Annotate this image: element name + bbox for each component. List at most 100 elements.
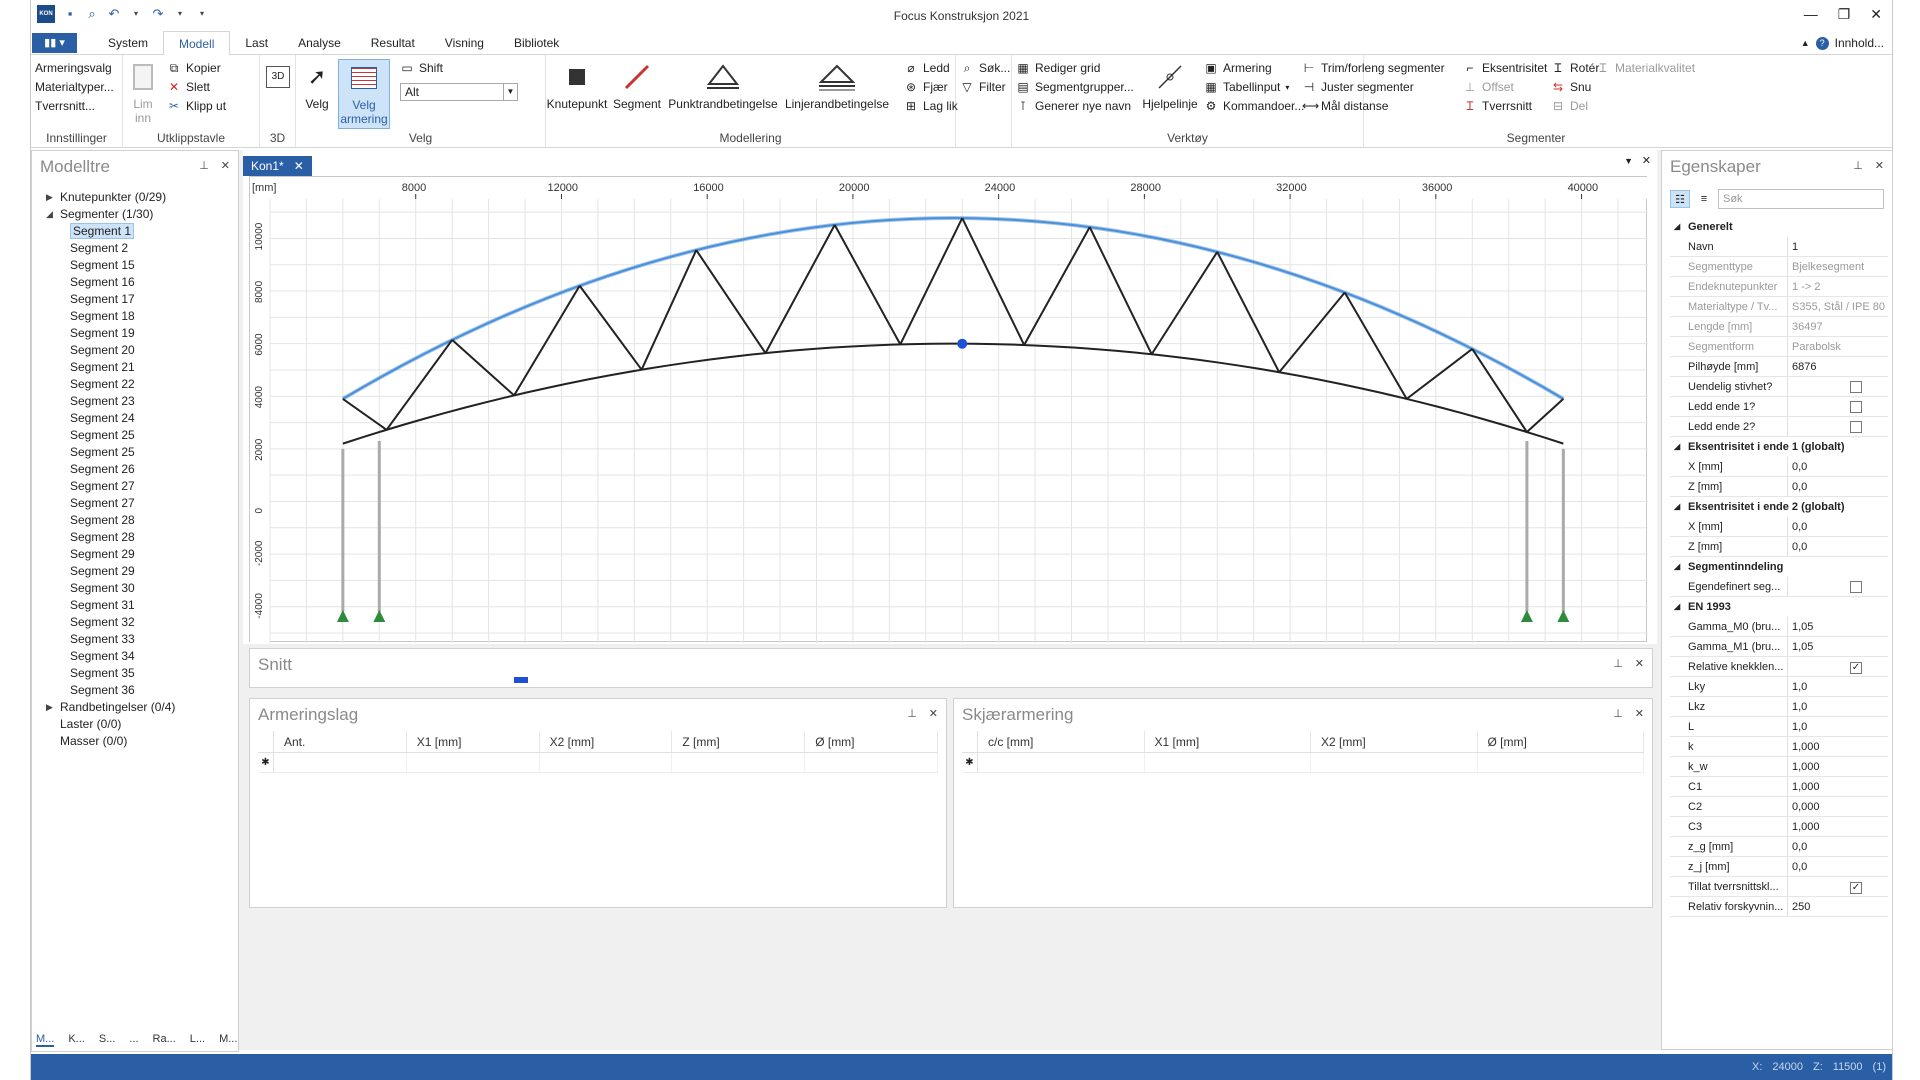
checkbox[interactable] (1850, 581, 1862, 593)
tree-node-segmenter[interactable]: ◢ Segmenter (1/30) (46, 206, 175, 223)
prop-segmenttype[interactable]: Segmenttype Bjelkesegment (1670, 257, 1888, 277)
adjust-segments-button[interactable]: ⊣ Juster segmenter (1302, 80, 1414, 94)
prop-zj[interactable]: z_j [mm] 0,0 (1670, 857, 1888, 877)
tree-item-segment[interactable]: Segment 19 (46, 325, 175, 342)
tab-resultat[interactable]: Resultat (356, 31, 430, 55)
tab-last[interactable]: Last (230, 31, 283, 55)
delete-button[interactable]: ✕ Slett (167, 80, 210, 94)
tverrsnitt-button[interactable]: Ɪ Tverrsnitt (1463, 99, 1532, 113)
tree-item-segment[interactable]: Segment 27 (46, 478, 175, 495)
close-icon[interactable]: ✕ (1642, 154, 1651, 167)
prop-ledd-ende-1[interactable]: Ledd ende 1? (1670, 397, 1888, 417)
prop-relative-knekk[interactable]: Relative knekklen... ✓ (1670, 657, 1888, 677)
prop-lky[interactable]: Lky 1,0 (1670, 677, 1888, 697)
tree-item-segment[interactable]: Segment 16 (46, 274, 175, 291)
tree-item-segment[interactable]: Segment 27 (46, 495, 175, 512)
column-header[interactable]: Z [mm] (672, 731, 806, 752)
laglik-button[interactable]: ⊞ Lag lik (904, 99, 958, 113)
cut-button[interactable]: ✂ Klipp ut (167, 99, 226, 113)
pin-icon[interactable]: ⊥ (199, 159, 209, 172)
tree-item-segment[interactable]: Segment 25 (46, 444, 175, 461)
column-header[interactable]: X1 [mm] (407, 731, 540, 752)
minimize-icon[interactable]: — (1804, 6, 1818, 23)
column-header[interactable]: X2 [mm] (1311, 731, 1478, 752)
close-icon[interactable]: ✕ (1635, 707, 1644, 720)
bottom-tab-4[interactable]: ... (129, 1033, 138, 1047)
tree-item-segment[interactable]: Segment 22 (46, 376, 175, 393)
checkbox[interactable] (1850, 401, 1862, 413)
punktrandbetingelse-button[interactable]: Punktrandbetingelse (666, 59, 780, 111)
commands-button[interactable]: ⚙ Kommandoer... (1204, 99, 1305, 113)
tree-item-segment[interactable]: Segment 36 (46, 682, 175, 699)
prop-zg[interactable]: z_g [mm] 0,0 (1670, 837, 1888, 857)
categorized-view-icon[interactable]: ☷ (1670, 190, 1690, 208)
shift-button[interactable]: ▭ Shift (400, 61, 443, 75)
prop-e1-z[interactable]: Z [mm] 0,0 (1670, 477, 1888, 497)
section-eksentrisitet-1[interactable]: ◢ Eksentrisitet i ende 1 (globalt) (1670, 437, 1888, 457)
hjelpelinje-button[interactable]: Hjelpelinje (1142, 59, 1198, 111)
split-button[interactable]: ⊟ Del (1551, 99, 1588, 113)
tree-item-segment[interactable]: Segment 34 (46, 648, 175, 665)
collapse-icon[interactable]: ◢ (46, 206, 53, 223)
close-icon[interactable]: ✕ (221, 159, 230, 172)
section-generelt[interactable]: ◢ Generelt (1670, 217, 1888, 237)
close-icon[interactable]: ✕ (1870, 6, 1882, 23)
segment-groups-button[interactable]: ▤ Segmentgrupper... (1016, 80, 1133, 94)
copy-button[interactable]: ⧉ Kopier (167, 61, 221, 75)
section-segmentinndeling[interactable]: ◢ Segmentinndeling (1670, 557, 1888, 577)
bottom-tab-3[interactable]: S... (99, 1033, 116, 1047)
materialtyper-button[interactable]: Materialtyper... (35, 80, 114, 94)
armering-button[interactable]: ▣ Armering (1204, 61, 1271, 75)
material-quality-button[interactable]: Ɪ Materialkvalitet (1596, 61, 1695, 75)
tab-analyse[interactable]: Analyse (283, 31, 356, 55)
tree-item-segment[interactable]: Segment 30 (46, 580, 175, 597)
close-icon[interactable]: ✕ (1635, 657, 1644, 670)
list-view-icon[interactable]: ≡ (1694, 190, 1714, 208)
tab-visning[interactable]: Visning (430, 31, 499, 55)
new-row[interactable]: ✱ (962, 753, 1644, 773)
prop-e1-x[interactable]: X [mm] 0,0 (1670, 457, 1888, 477)
generate-names-button[interactable]: ⊺ Generer nye navn (1016, 99, 1131, 113)
section-marker-icon[interactable] (514, 677, 528, 683)
checkbox-checked[interactable]: ✓ (1850, 662, 1862, 674)
armeringsvalg-button[interactable]: Armeringsvalg (35, 61, 112, 75)
checkbox-checked[interactable]: ✓ (1850, 882, 1862, 894)
pin-icon[interactable]: ⊥ (1853, 159, 1863, 172)
edit-grid-button[interactable]: ▦ Rediger grid (1016, 61, 1100, 75)
model-canvas[interactable]: 8000 12000 16000 20000 24000 28000 32000 36000 4… (249, 176, 1648, 643)
tree-item-segment[interactable]: Segment 21 (46, 359, 175, 376)
tree-item-segment[interactable]: Segment 28 (46, 529, 175, 546)
help-contents-link[interactable]: Innhold... (1835, 36, 1884, 50)
section-en1993[interactable]: ◢ EN 1993 (1670, 597, 1888, 617)
select-button[interactable]: ➚ Velg (302, 59, 332, 111)
prop-e2-x[interactable]: X [mm] 0,0 (1670, 517, 1888, 537)
tree-item-segment[interactable]: Segment 24 (46, 410, 175, 427)
prop-c2[interactable]: C2 0,000 (1670, 797, 1888, 817)
flip-button[interactable]: ⇆ Snu (1551, 80, 1591, 94)
tree-node-knutepunkter[interactable]: ▶ Knutepunkter (0/29) (46, 189, 175, 206)
document-list-icon[interactable]: ▼ (1624, 156, 1633, 166)
prop-c3[interactable]: C3 1,000 (1670, 817, 1888, 837)
bottom-tab-7[interactable]: M... (219, 1033, 237, 1047)
tab-bibliotek[interactable]: Bibliotek (499, 31, 574, 55)
rotate-button[interactable]: Ɪ Rotér (1551, 61, 1600, 75)
prop-pilhoyde[interactable]: Pilhøyde [mm] 6876 (1670, 357, 1888, 377)
knutepunkt-button[interactable]: Knutepunkt (546, 59, 608, 111)
file-menu-button[interactable]: ▮▮ ▾ (32, 33, 77, 53)
tree-node-laster[interactable]: Laster (0/0) (46, 716, 175, 733)
prop-kw[interactable]: k_w 1,000 (1670, 757, 1888, 777)
tabellinput-button[interactable]: ▦ Tabellinput ▾ (1204, 80, 1289, 94)
tree-item-segment[interactable]: Segment 1 (46, 223, 175, 240)
prop-ledd-ende-2[interactable]: Ledd ende 2? (1670, 417, 1888, 437)
prop-gamma-m0[interactable]: Gamma_M0 (bru... 1,05 (1670, 617, 1888, 637)
collapse-ribbon-icon[interactable]: ▲ (1801, 38, 1810, 48)
bottom-tab-1[interactable]: M... (36, 1033, 55, 1047)
column-header[interactable]: X1 [mm] (1145, 731, 1311, 752)
linjerandbetingelse-button[interactable]: Linjerandbetingelse (782, 59, 892, 111)
checkbox[interactable] (1850, 381, 1862, 393)
prop-k[interactable]: k 1,000 (1670, 737, 1888, 757)
eksentrisitet-button[interactable]: ⌐ Eksentrisitet (1463, 61, 1547, 75)
tree-item-segment[interactable]: Segment 32 (46, 614, 175, 631)
close-icon[interactable]: ✕ (294, 156, 304, 176)
prop-navn[interactable]: Navn 1 (1670, 237, 1888, 257)
